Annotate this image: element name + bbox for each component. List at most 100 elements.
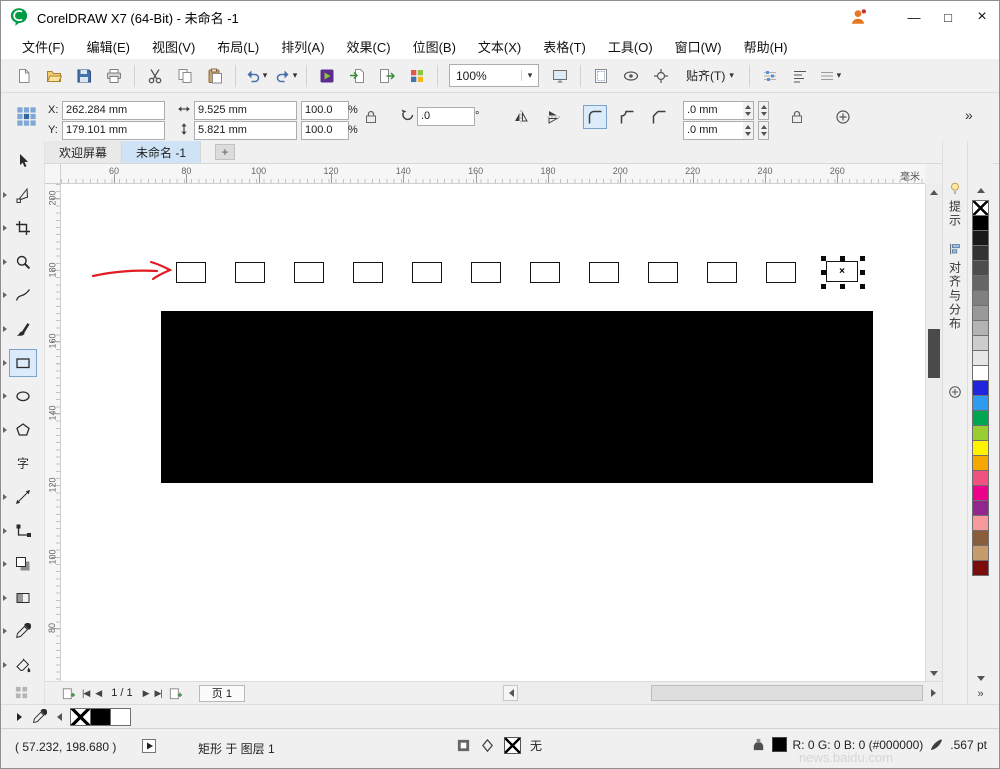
color-swatch[interactable]: [110, 707, 131, 726]
selection-handle[interactable]: [860, 270, 865, 275]
rotation-angle-input[interactable]: .0: [417, 107, 475, 126]
scroll-down-button[interactable]: [926, 666, 942, 681]
selection-handle[interactable]: [840, 284, 845, 289]
new-tab-button[interactable]: +: [215, 144, 236, 160]
previous-page-button[interactable]: ◀: [95, 688, 102, 699]
color-swatch[interactable]: [972, 230, 989, 246]
rectangle-object[interactable]: [471, 262, 501, 283]
color-swatch[interactable]: [972, 425, 989, 441]
scale-h-input[interactable]: 100.0: [301, 101, 349, 120]
property-bar-overflow-button[interactable]: »: [965, 107, 973, 123]
menu-item-view[interactable]: 视图(V): [141, 33, 206, 59]
palette-flyout-button[interactable]: »: [968, 688, 993, 700]
insert-page-icon[interactable]: [168, 686, 183, 701]
palette-scroll-down-button[interactable]: [968, 676, 993, 682]
color-swatch[interactable]: [972, 485, 989, 501]
black-rectangle-object[interactable]: [161, 311, 873, 483]
zoom-level-select[interactable]: 100% ▾: [449, 64, 539, 87]
menu-item-layout[interactable]: 布局(L): [206, 33, 270, 59]
horizontal-ruler[interactable]: 毫米 60 80 100 120 140 160 180 200 220 240 260: [61, 164, 925, 184]
minimize-button[interactable]: —: [897, 3, 931, 31]
menu-item-tools[interactable]: 工具(O): [597, 33, 664, 59]
color-swatch[interactable]: [972, 260, 989, 276]
outline-color-swatch[interactable]: [771, 737, 787, 752]
document-palette-scroll-left-icon[interactable]: [53, 712, 62, 721]
toolbar-cut-button[interactable]: [141, 62, 169, 89]
scroll-up-button[interactable]: [926, 184, 942, 199]
lock-corners-button[interactable]: [785, 105, 809, 129]
menu-item-effects[interactable]: 效果(C): [336, 33, 402, 59]
toolbar-customize-button[interactable]: [786, 62, 814, 89]
ruler-origin[interactable]: [45, 164, 61, 184]
scale-v-input[interactable]: 100.0: [301, 121, 349, 140]
tool-text[interactable]: 字: [9, 449, 37, 477]
tool-transparency[interactable]: [9, 584, 37, 612]
menu-item-arrange[interactable]: 排列(A): [270, 33, 335, 59]
mirror-horizontal-button[interactable]: [509, 105, 533, 129]
document-tab-welcome[interactable]: 欢迎屏幕: [45, 141, 123, 163]
no-color-swatch[interactable]: [972, 200, 989, 216]
menu-item-file[interactable]: 文件(F): [11, 33, 76, 59]
x-position-input[interactable]: 262.284 mm: [62, 101, 165, 120]
object-height-input[interactable]: 5.821 mm: [194, 121, 297, 140]
corner-radius-spinner-2[interactable]: [743, 121, 754, 140]
rectangle-object[interactable]: [530, 262, 560, 283]
scroll-right-button[interactable]: [926, 685, 941, 701]
color-swatch[interactable]: [972, 455, 989, 471]
toolbar-print-button[interactable]: [100, 62, 128, 89]
tool-ellipse[interactable]: [9, 382, 37, 410]
corner-radius-stepper-2[interactable]: [758, 121, 769, 140]
status-flyout-icon[interactable]: [141, 738, 157, 754]
color-swatch[interactable]: [972, 410, 989, 426]
selection-handle[interactable]: [860, 284, 865, 289]
color-swatch[interactable]: [972, 530, 989, 546]
rectangle-object[interactable]: [589, 262, 619, 283]
quick-customize-button[interactable]: [948, 385, 962, 399]
scalloped-corner-button[interactable]: [615, 105, 639, 129]
corner-radius-spinner-1[interactable]: [743, 101, 754, 120]
color-swatch[interactable]: [972, 395, 989, 411]
docker-tab-align-distribute[interactable]: 对齐与分布: [947, 242, 964, 331]
color-swatch[interactable]: [972, 545, 989, 561]
color-swatch[interactable]: [972, 470, 989, 486]
toolbar-overflow-button[interactable]: ▾: [816, 62, 844, 89]
toolbar-open-folder-button[interactable]: [40, 62, 68, 89]
corner-radius-input-2[interactable]: .0 mm: [683, 121, 745, 140]
tool-freehand[interactable]: [9, 281, 37, 309]
color-swatch[interactable]: [972, 245, 989, 261]
rectangle-object[interactable]: [294, 262, 324, 283]
selection-handle[interactable]: [821, 270, 826, 275]
document-tab-untitled-1[interactable]: 未命名 -1: [122, 141, 202, 163]
tool-pick[interactable]: [9, 147, 37, 175]
color-swatch[interactable]: [972, 215, 989, 231]
tool-color-eyedropper[interactable]: [9, 617, 37, 645]
toolbar-search-content-button[interactable]: [313, 62, 341, 89]
toolbar-save-button[interactable]: [70, 62, 98, 89]
close-button[interactable]: ×: [965, 3, 999, 31]
menu-item-window[interactable]: 窗口(W): [664, 33, 733, 59]
tool-zoom[interactable]: [9, 248, 37, 276]
color-swatch[interactable]: [972, 440, 989, 456]
color-swatch[interactable]: [972, 515, 989, 531]
color-swatch[interactable]: [972, 320, 989, 336]
rectangle-object[interactable]: [235, 262, 265, 283]
selection-handle[interactable]: [840, 256, 845, 261]
selected-rectangle-object[interactable]: ×: [821, 256, 865, 289]
menu-item-edit[interactable]: 编辑(E): [76, 33, 141, 59]
chamfered-corner-button[interactable]: [647, 105, 671, 129]
page-tab[interactable]: 页 1: [198, 684, 245, 702]
tool-drop-shadow[interactable]: [9, 550, 37, 578]
scroll-left-button[interactable]: [503, 685, 518, 701]
toolbar-new-document-button[interactable]: [10, 62, 38, 89]
rectangle-object[interactable]: [176, 262, 206, 283]
rectangle-object[interactable]: [766, 262, 796, 283]
tool-crop[interactable]: [9, 214, 37, 242]
color-swatch[interactable]: [972, 305, 989, 321]
horizontal-scroll-thumb[interactable]: [651, 685, 923, 701]
toolbar-paste-button[interactable]: [201, 62, 229, 89]
y-position-input[interactable]: 179.101 mm: [62, 121, 165, 140]
snap-to-button[interactable]: 贴齐(T) ▾: [679, 63, 741, 89]
round-corner-button[interactable]: [583, 105, 607, 129]
tool-polygon[interactable]: [9, 416, 37, 444]
rectangle-object[interactable]: [707, 262, 737, 283]
